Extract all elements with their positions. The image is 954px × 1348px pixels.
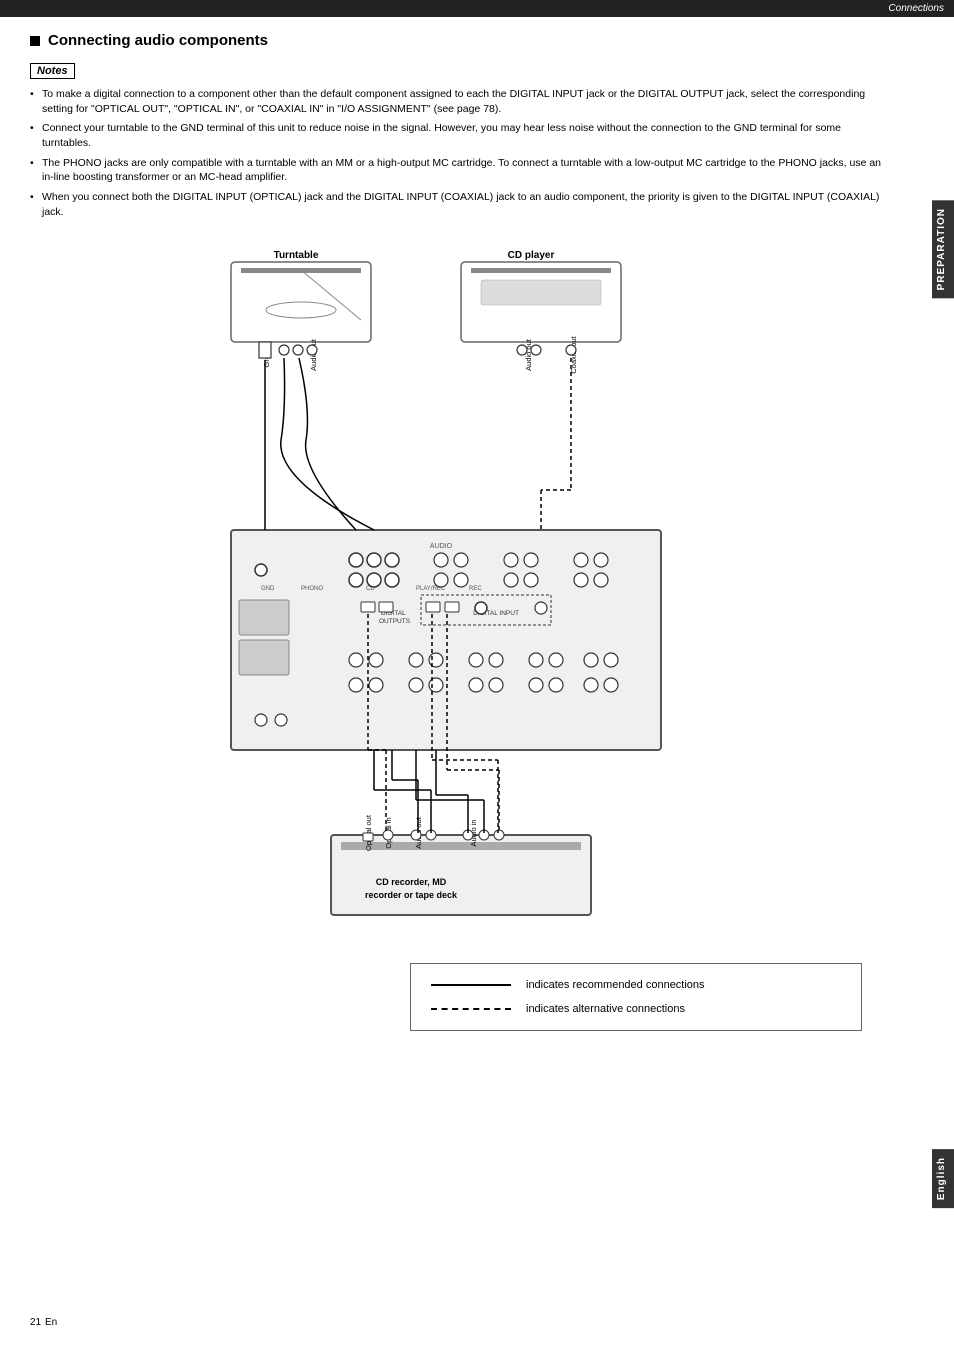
note-item-4: When you connect both the DIGITAL INPUT … — [30, 190, 892, 219]
notes-label: Notes — [30, 63, 75, 79]
svg-text:GND: GND — [261, 586, 275, 592]
page-title: Connecting audio components — [30, 32, 892, 49]
dashed-line-indicator — [431, 1008, 511, 1010]
legend-alternative: indicates alternative connections — [431, 1003, 841, 1015]
diagram-container: Turntable CD player Ground Audio out — [201, 240, 721, 943]
page-suffix: En — [45, 1317, 57, 1328]
solid-line-indicator — [431, 984, 511, 986]
legend-recommended-label: indicates recommended connections — [526, 979, 705, 991]
svg-text:PHONO: PHONO — [301, 586, 323, 592]
page-number: 21 En — [30, 1312, 57, 1328]
legend-recommended: indicates recommended connections — [431, 979, 841, 991]
page-title-text: Connecting audio components — [48, 32, 268, 49]
svg-text:OUTPUTS: OUTPUTS — [379, 618, 411, 625]
audio-out-cd-label: Audio out — [524, 338, 533, 371]
header-section-label: Connections — [888, 3, 944, 14]
svg-text:AUDIO: AUDIO — [430, 543, 453, 550]
svg-text:recorder or tape deck: recorder or tape deck — [365, 890, 458, 900]
cd-recorder-label: CD recorder, MD — [376, 877, 447, 887]
notes-list: To make a digital connection to a compon… — [30, 87, 892, 220]
page-number-value: 21 — [30, 1317, 41, 1328]
side-tab-english: English — [932, 1149, 954, 1208]
note-item-2: Connect your turntable to the GND termin… — [30, 121, 892, 150]
side-tab-preparation: PREPARATION — [932, 200, 954, 298]
svg-text:REC: REC — [469, 586, 482, 592]
title-icon — [30, 36, 40, 46]
diagram-area: Turntable CD player Ground Audio out — [30, 240, 892, 943]
legend-box: indicates recommended connections indica… — [410, 963, 862, 1031]
header-bar: Connections — [0, 0, 954, 17]
connection-diagram: Turntable CD player Ground Audio out — [201, 240, 721, 940]
cd-player-label: CD player — [508, 250, 555, 261]
turntable-label: Turntable — [274, 250, 319, 261]
legend-alternative-label: indicates alternative connections — [526, 1003, 685, 1015]
note-item-3: The PHONO jacks are only compatible with… — [30, 156, 892, 185]
note-item-1: To make a digital connection to a compon… — [30, 87, 892, 116]
main-content: Connecting audio components Notes To mak… — [0, 17, 932, 1066]
